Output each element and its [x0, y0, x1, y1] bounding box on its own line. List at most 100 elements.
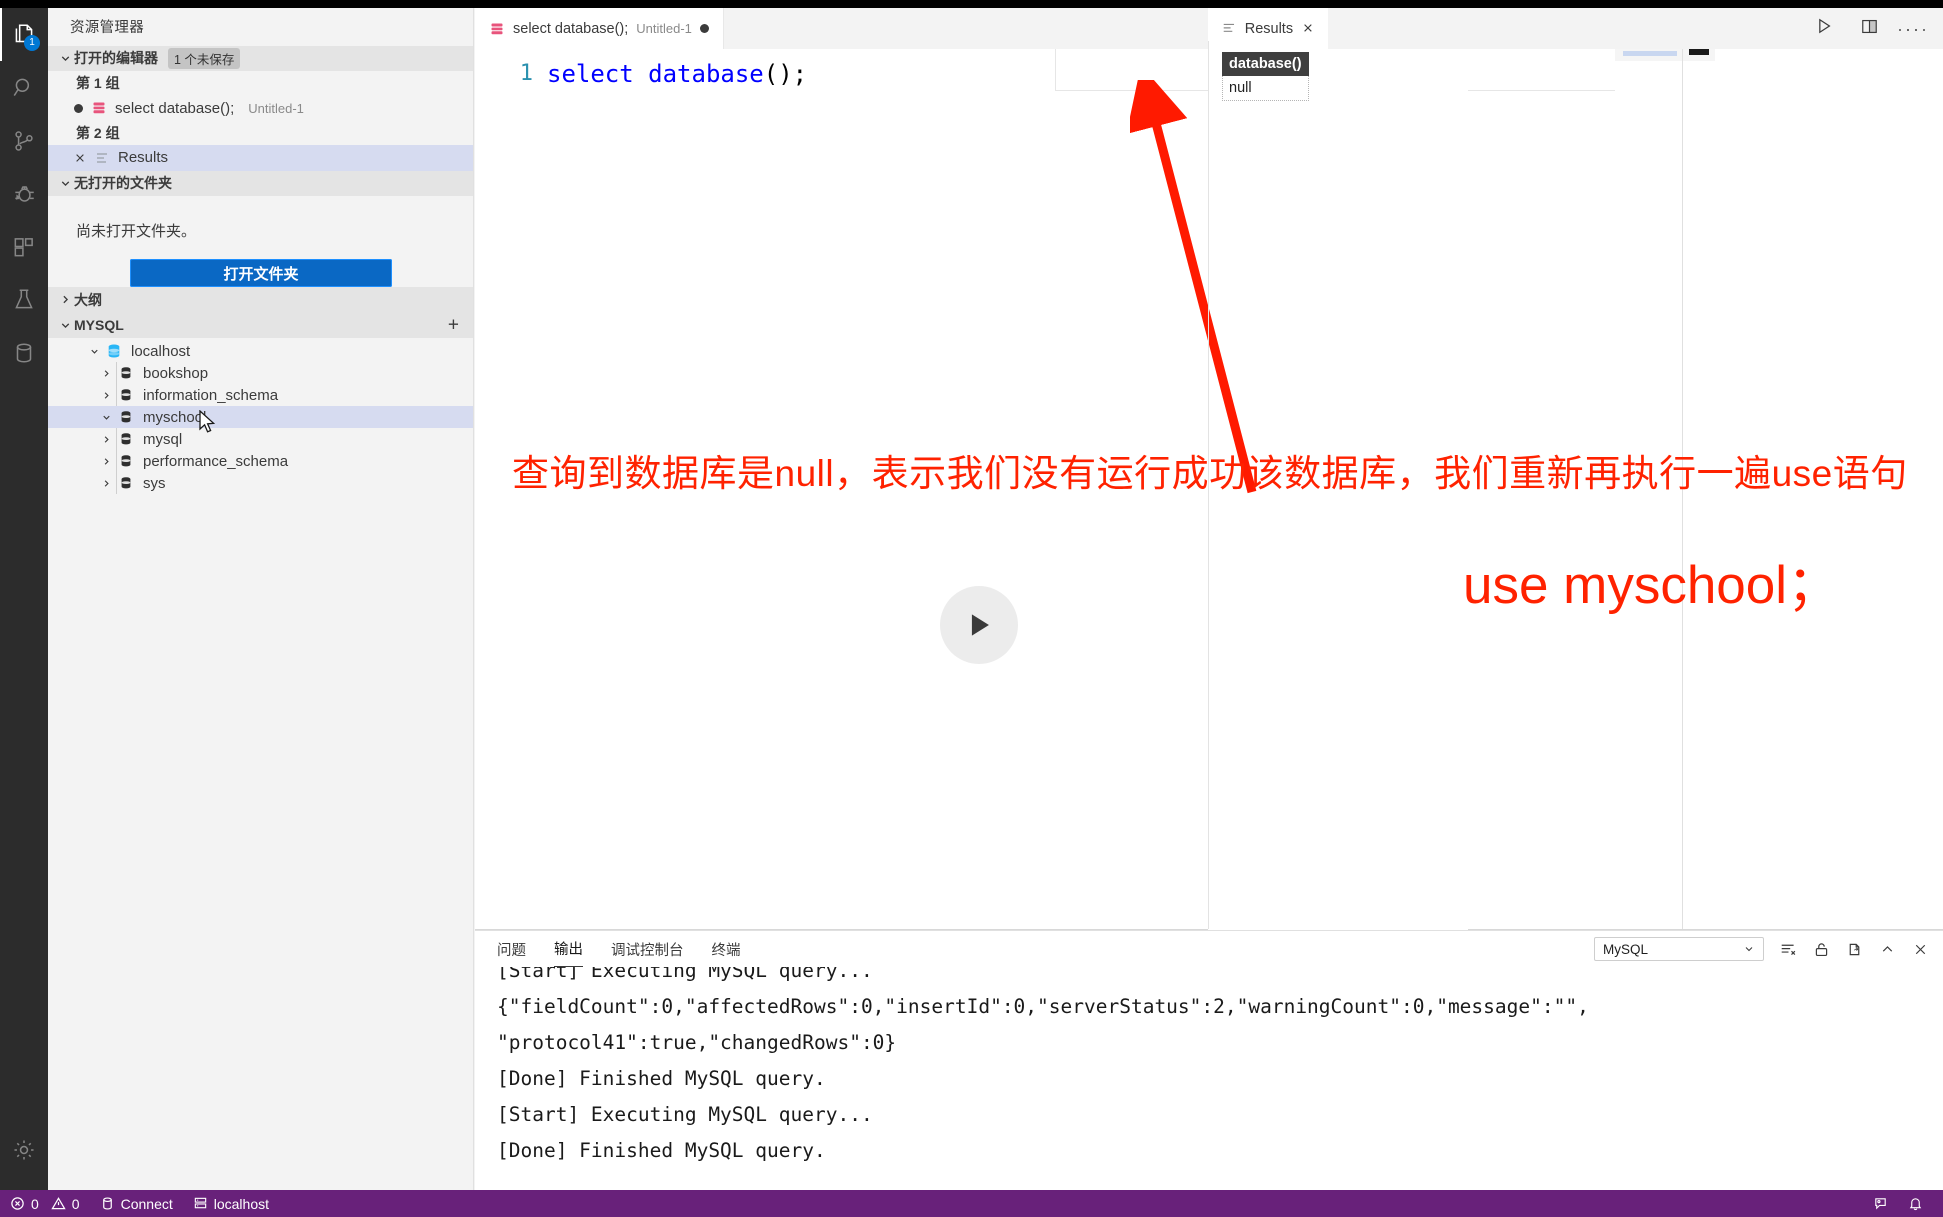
activity-item-source-control[interactable] [0, 114, 48, 167]
tab-results[interactable]: Results [1208, 8, 1328, 49]
database-icon [118, 409, 134, 425]
more-actions-icon[interactable]: ··· [1905, 20, 1929, 38]
activity-item-search[interactable] [0, 61, 48, 114]
scrollbar-thumb[interactable] [1689, 49, 1709, 55]
section-mysql[interactable]: MYSQL + [48, 312, 473, 339]
chevron-down-icon[interactable] [86, 343, 102, 359]
activity-item-run-debug[interactable] [0, 167, 48, 220]
sidebar: 资源管理器 打开的编辑器 1 个未保存 第 1 组 select databas… [48, 8, 474, 1190]
chevron-right-icon[interactable] [98, 387, 114, 403]
sql-keyword-select: select [547, 60, 634, 88]
tab-terminal[interactable]: 终端 [712, 931, 741, 967]
debug-icon [11, 181, 37, 207]
output-line: [Start] Executing MySQL query... [497, 967, 873, 982]
tree-item-label: bookshop [143, 364, 209, 382]
source-control-icon [11, 128, 37, 154]
results-tab-empty-area [1328, 8, 1468, 49]
close-icon[interactable] [1912, 941, 1929, 958]
activity-item-explorer[interactable]: 1 [0, 8, 48, 61]
dirty-dot-icon[interactable] [699, 24, 709, 33]
status-connect[interactable]: Connect [90, 1190, 183, 1217]
tree-item-information-schema[interactable]: information_schema [48, 384, 473, 406]
section-no-folder[interactable]: 无打开的文件夹 [48, 170, 473, 197]
results-tab-label: Results [1244, 20, 1294, 37]
outline-label: 大纲 [74, 291, 102, 308]
tree-item-label: mysql [143, 430, 183, 448]
add-connection-button[interactable]: + [448, 316, 459, 335]
chevron-right-icon[interactable] [98, 475, 114, 491]
tree-item-performance-schema[interactable]: performance_schema [48, 450, 473, 472]
run-query-icon[interactable] [1814, 16, 1834, 41]
status-feedback[interactable] [1863, 1190, 1898, 1217]
tab-debug-console[interactable]: 调试控制台 [611, 931, 684, 967]
activity-item-testing[interactable] [0, 273, 48, 326]
title-bar [0, 0, 1943, 8]
database-icon [118, 475, 134, 491]
activity-bar: 1 [0, 8, 48, 1190]
section-open-editors[interactable]: 打开的编辑器 1 个未保存 [48, 45, 473, 71]
sql-file-icon [91, 100, 107, 116]
output-console[interactable]: [Start] Executing MySQL query... {"field… [475, 967, 1943, 1189]
split-editor-icon[interactable] [1860, 17, 1879, 41]
tree-item-myschool[interactable]: myschool [48, 406, 473, 433]
column-header-database[interactable]: database() [1222, 52, 1309, 76]
database-icon [100, 1196, 115, 1211]
open-editor-item-untitled1[interactable]: select database(); Untitled-1 [48, 95, 473, 120]
open-in-editor-icon[interactable] [1846, 941, 1863, 958]
sidebar-bottom-space [48, 494, 473, 1190]
tab-output[interactable]: 输出 [554, 931, 583, 967]
search-icon [11, 75, 37, 101]
dirty-dot-icon [74, 103, 83, 113]
chevron-right-icon[interactable] [98, 365, 114, 381]
chevron-right-icon[interactable] [98, 453, 114, 469]
unsaved-badge: 1 个未保存 [168, 47, 241, 69]
open-folder-button[interactable]: 打开文件夹 [130, 259, 392, 288]
status-notifications[interactable] [1898, 1190, 1943, 1217]
tree-item-sys[interactable]: sys [48, 472, 473, 494]
database-icon [118, 453, 134, 469]
chevron-down-icon[interactable] [98, 409, 114, 425]
section-outline[interactable]: 大纲 [48, 287, 473, 313]
output-line: [Done] Finished MySQL query. [497, 1139, 826, 1162]
tab-problems[interactable]: 问题 [497, 931, 526, 967]
output-channel-select[interactable]: MySQL [1594, 937, 1764, 961]
chevron-down-icon [56, 49, 74, 67]
tab-subtitle: Untitled-1 [636, 21, 692, 36]
open-editor-sub: Untitled-1 [248, 100, 304, 116]
status-host[interactable]: localhost [183, 1190, 279, 1217]
gear-icon [11, 1137, 37, 1163]
tree-item-localhost[interactable]: localhost [48, 340, 473, 362]
play-button[interactable] [940, 586, 1018, 664]
clear-output-icon[interactable] [1780, 941, 1797, 958]
status-bar: 0 0 Connect localhost [0, 1190, 1943, 1217]
panel-tabs: 问题 输出 调试控制台 终端 MySQL [475, 931, 1943, 967]
panel-actions: MySQL [1594, 931, 1929, 967]
chevron-up-icon[interactable] [1879, 941, 1896, 958]
chevron-right-icon[interactable] [98, 431, 114, 447]
lock-scroll-icon[interactable] [1813, 941, 1830, 958]
tree-item-label: myschool [143, 408, 207, 426]
activity-item-settings[interactable] [0, 1123, 48, 1176]
sidebar-title: 资源管理器 [70, 20, 144, 37]
error-count: 0 [31, 1195, 39, 1212]
play-icon [971, 614, 989, 636]
editor-group-1-label: 第 1 组 [76, 75, 120, 92]
tree-item-mysql[interactable]: mysql [48, 428, 473, 450]
output-line: [Done] Finished MySQL query. [497, 1067, 826, 1090]
tree-item-label: information_schema [143, 386, 279, 404]
open-editor-name: Results [118, 149, 169, 167]
output-line: "protocol41":true,"changedRows":0} [497, 1031, 897, 1054]
tab-select-database[interactable]: select database(); Untitled-1 [475, 8, 724, 49]
status-problems[interactable]: 0 0 [0, 1190, 90, 1217]
close-icon[interactable] [74, 152, 86, 164]
beaker-icon [11, 287, 37, 313]
open-editor-item-results[interactable]: Results [48, 145, 473, 171]
tree-item-label: localhost [131, 342, 191, 360]
close-icon[interactable] [1302, 22, 1314, 35]
activity-item-database[interactable] [0, 326, 48, 379]
tree-item-label: performance_schema [143, 452, 289, 470]
database-icon [11, 340, 37, 366]
activity-item-extensions[interactable] [0, 220, 48, 273]
host-label: localhost [213, 1195, 270, 1212]
tree-item-bookshop[interactable]: bookshop [48, 362, 473, 384]
